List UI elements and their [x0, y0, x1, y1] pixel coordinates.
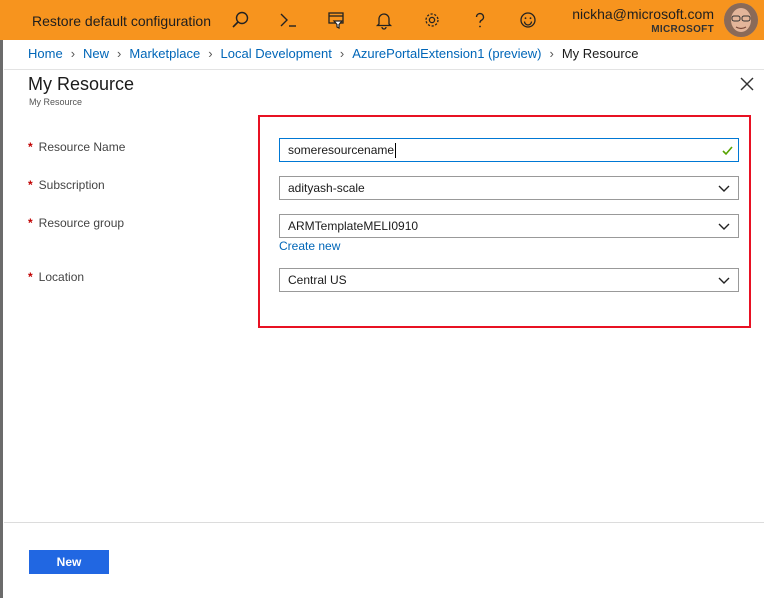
subscription-dropdown[interactable]: adityash-scale: [279, 176, 739, 200]
breadcrumb-new[interactable]: New: [83, 46, 109, 61]
account-organization: MICROSOFT: [651, 24, 714, 35]
search-icon[interactable]: [228, 8, 252, 32]
resource-group-dropdown[interactable]: ARMTemplateMELI0910: [279, 214, 739, 238]
subscription-label: * Subscription: [28, 178, 105, 192]
directory-filter-icon[interactable]: [324, 8, 348, 32]
chevron-down-icon: [718, 274, 730, 286]
breadcrumb-local-development[interactable]: Local Development: [221, 46, 332, 61]
chevron-down-icon: [718, 182, 730, 194]
required-marker: *: [28, 216, 33, 230]
restore-default-configuration-link[interactable]: Restore default configuration: [32, 13, 211, 29]
chevron-right-icon: ›: [70, 46, 76, 61]
chevron-right-icon: ›: [339, 46, 345, 61]
divider: [4, 522, 764, 523]
chevron-down-icon: [718, 220, 730, 232]
required-marker: *: [28, 270, 33, 284]
chevron-right-icon: ›: [208, 46, 213, 61]
breadcrumb-marketplace[interactable]: Marketplace: [129, 46, 200, 61]
avatar[interactable]: [724, 3, 758, 37]
feedback-smiley-icon[interactable]: [516, 8, 540, 32]
new-button[interactable]: New: [29, 550, 109, 574]
resource-name-label: * Resource Name: [28, 140, 126, 154]
settings-icon[interactable]: [420, 8, 444, 32]
page-subtitle: My Resource: [29, 97, 83, 107]
notifications-icon[interactable]: [372, 8, 396, 32]
text-cursor: [395, 142, 397, 158]
required-marker: *: [28, 178, 33, 192]
chevron-right-icon: ›: [549, 46, 554, 61]
resource-name-input[interactable]: someresourcename: [279, 138, 739, 162]
checkmark-icon: [721, 144, 734, 157]
create-new-link[interactable]: Create new: [279, 239, 340, 253]
divider: [4, 69, 764, 70]
location-dropdown[interactable]: Central US: [279, 268, 739, 292]
breadcrumb-home[interactable]: Home: [28, 46, 63, 61]
chevron-right-icon: ›: [117, 46, 122, 61]
cloud-shell-icon[interactable]: [276, 8, 300, 32]
help-icon[interactable]: [468, 8, 492, 32]
close-icon[interactable]: [737, 74, 757, 94]
account-email[interactable]: nickha@microsoft.com: [572, 6, 714, 22]
top-bar: Restore default configuration nickha@mic…: [0, 0, 764, 40]
page-title: My Resource: [28, 74, 135, 94]
location-label: * Location: [28, 270, 85, 284]
required-marker: *: [28, 140, 33, 154]
breadcrumb: Home › New › Marketplace › Local Develop…: [28, 46, 638, 61]
resource-group-label: * Resource group: [28, 216, 125, 230]
left-nav-edge: [0, 40, 3, 598]
breadcrumb-current: My Resource: [561, 46, 639, 61]
breadcrumb-extension[interactable]: AzurePortalExtension1 (preview): [352, 46, 541, 61]
